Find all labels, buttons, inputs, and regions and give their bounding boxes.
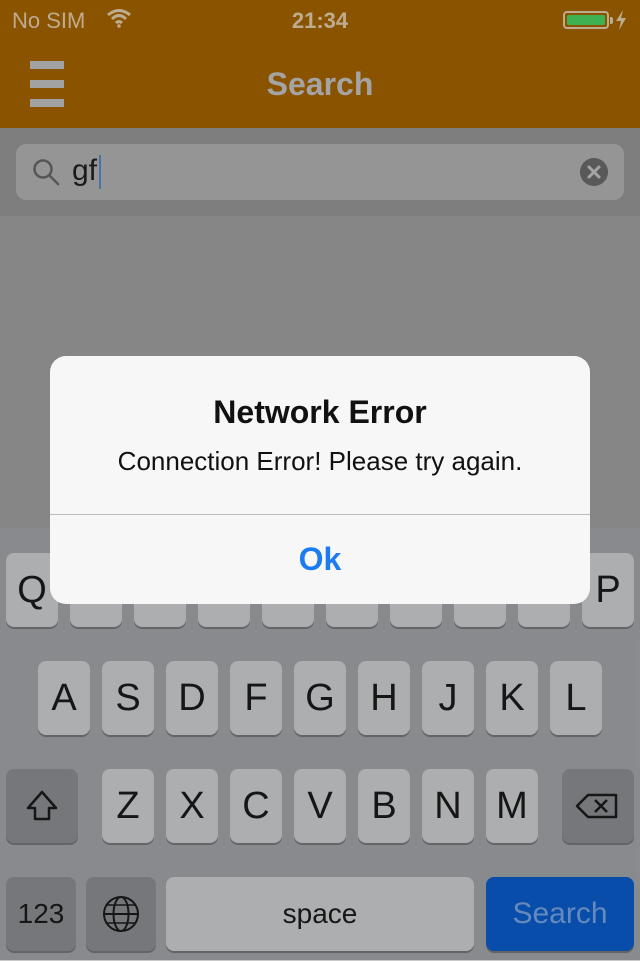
network-error-alert: Network Error Connection Error! Please t…: [50, 356, 590, 604]
alert-message: Connection Error! Please try again.: [117, 446, 523, 476]
alert-title: Network Error: [213, 394, 427, 430]
ok-button[interactable]: Ok: [50, 515, 590, 604]
